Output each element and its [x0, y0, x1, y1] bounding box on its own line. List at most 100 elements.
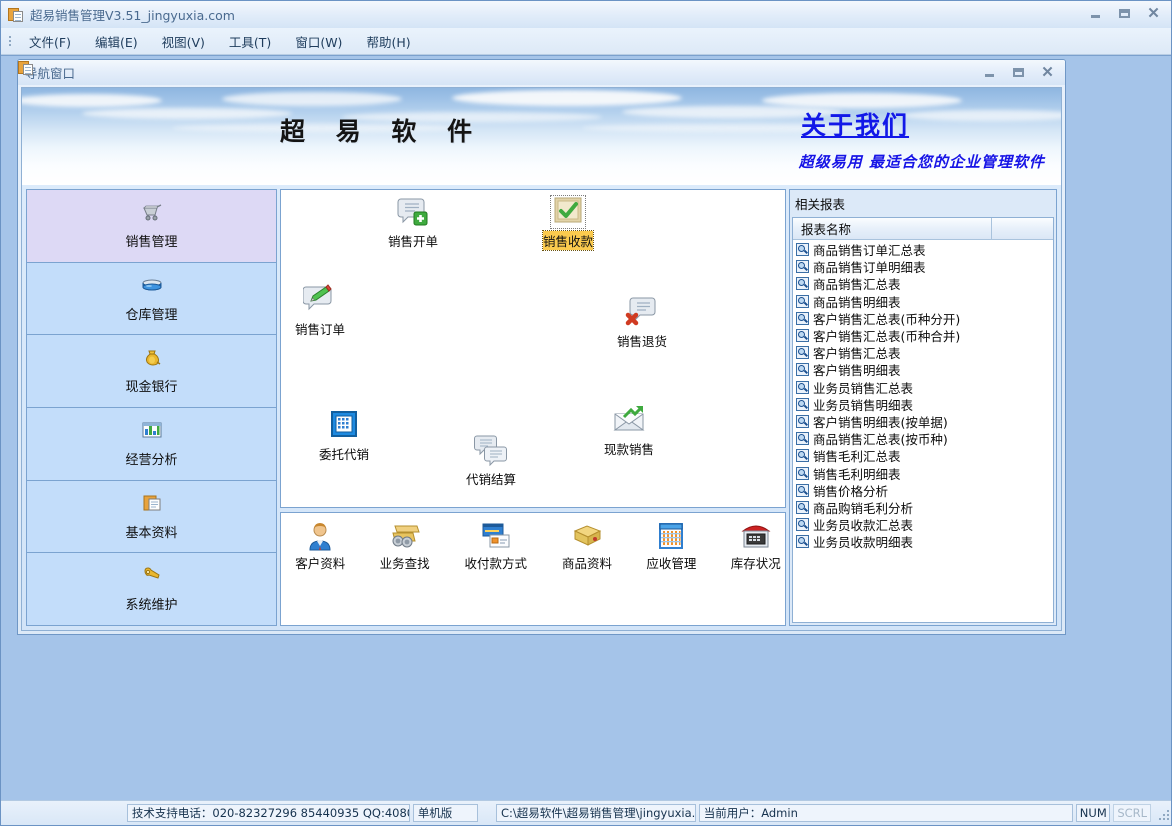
icon-consignment[interactable]: 委托代销 [300, 409, 388, 463]
sidebar-item-system[interactable]: 系统维护 [27, 553, 276, 625]
child-title-bar: 导航窗口 ✕ [18, 60, 1065, 85]
quick-link-customer[interactable]: 客户资料 [291, 521, 349, 572]
quick-link-receivable[interactable]: 应收管理 [642, 521, 700, 572]
minimize-button[interactable] [1082, 3, 1109, 23]
icon-sales-order[interactable]: 销售订单 [280, 284, 364, 338]
child-window-body: 超 易 软 件 关于我们 超级易用 最适合您的企业管理软件 [21, 87, 1062, 631]
sidebar-item-cash[interactable]: 现金银行 [27, 335, 276, 408]
report-list-item[interactable]: 商品销售汇总表(按币种) [793, 430, 1053, 447]
report-list-item[interactable]: 商品购销毛利分析 [793, 499, 1053, 516]
sidebar-item-warehouse[interactable]: 仓库管理 [27, 263, 276, 336]
report-preview-icon [796, 277, 809, 290]
report-list-item[interactable]: 业务员销售汇总表 [793, 379, 1053, 396]
icon-sales-invoice[interactable]: 销售开单 [369, 196, 457, 250]
report-list-item[interactable]: 客户销售汇总表(币种分开) [793, 310, 1053, 327]
title-bar: 超易销售管理V3.51_jingyuxia.com ✕ [1, 1, 1171, 28]
report-name: 商品销售汇总表 [813, 274, 901, 293]
report-list-item[interactable]: 客户销售明细表(按单据) [793, 413, 1053, 430]
report-preview-icon [796, 501, 809, 514]
report-list-item[interactable]: 销售价格分析 [793, 482, 1053, 499]
application-window: 超易销售管理V3.51_jingyuxia.com ✕ 文件(F) 编辑(E) … [0, 0, 1172, 826]
cash-envelope-icon [612, 404, 646, 436]
banner-slogan: 超级易用 最适合您的企业管理软件 [799, 151, 1045, 172]
menu-file[interactable]: 文件(F) [17, 30, 83, 53]
quick-link-goods[interactable]: 商品资料 [558, 521, 616, 572]
status-scrl-indicator: SCRL [1113, 804, 1151, 822]
report-list-item[interactable]: 客户销售汇总表(币种合并) [793, 327, 1053, 344]
menu-window[interactable]: 窗口(W) [283, 30, 354, 53]
report-name: 客户销售汇总表(币种合并) [813, 326, 960, 345]
menu-edit[interactable]: 编辑(E) [83, 30, 150, 53]
report-list-item[interactable]: 商品销售明细表 [793, 293, 1053, 310]
mdi-client-area: 导航窗口 ✕ [1, 55, 1171, 800]
sidebar-item-label: 仓库管理 [125, 304, 177, 323]
payment-method-icon [480, 521, 512, 551]
child-close-button[interactable]: ✕ [1034, 62, 1061, 82]
report-list-item[interactable]: 客户销售汇总表 [793, 344, 1053, 361]
reports-panel: 相关报表 报表名称 商品销售订单汇总表商品销售订单明细表商品销售汇总表商品销售明… [789, 189, 1057, 626]
receipt-check-icon [551, 196, 585, 228]
quick-link-label: 业务查找 [380, 553, 430, 572]
menu-help[interactable]: 帮助(H) [354, 30, 422, 53]
report-name: 业务员收款汇总表 [813, 515, 913, 534]
report-preview-icon [796, 535, 809, 548]
child-maximize-button[interactable] [1005, 62, 1032, 82]
menu-tools[interactable]: 工具(T) [217, 30, 283, 53]
sidebar-item-label: 系统维护 [125, 594, 177, 613]
report-preview-icon [796, 260, 809, 273]
child-minimize-button[interactable] [976, 62, 1003, 82]
reports-list-header: 报表名称 [793, 218, 1053, 240]
reports-column-name[interactable]: 报表名称 [793, 218, 992, 239]
report-preview-icon [796, 449, 809, 462]
report-list-item[interactable]: 业务员收款明细表 [793, 533, 1053, 550]
status-support: 技术支持电话：020-82327296 85440935 QQ:40808875… [127, 804, 410, 822]
menu-view[interactable]: 视图(V) [150, 30, 217, 53]
report-name: 销售毛利明细表 [813, 464, 901, 483]
report-list-item[interactable]: 业务员销售明细表 [793, 396, 1053, 413]
quick-link-search[interactable]: 业务查找 [375, 521, 433, 572]
icon-sales-return[interactable]: 销售退货 [598, 296, 686, 350]
folder-doc-icon [141, 493, 163, 513]
report-name: 商品销售订单汇总表 [813, 240, 926, 259]
quick-link-payment-method[interactable]: 收付款方式 [460, 521, 532, 572]
report-name: 商品销售订单明细表 [813, 257, 926, 276]
goods-icon [571, 521, 603, 551]
icon-consign-settlement[interactable]: 代销结算 [447, 434, 535, 488]
report-name: 销售毛利汇总表 [813, 446, 901, 465]
sidebar-item-sales[interactable]: 销售管理 [27, 190, 276, 263]
quick-link-inventory[interactable]: 库存状况 [727, 521, 785, 572]
icon-label: 销售订单 [295, 319, 345, 338]
status-user: 当前用户：Admin [699, 804, 1074, 822]
menu-bar: 文件(F) 编辑(E) 视图(V) 工具(T) 窗口(W) 帮助(H) [1, 28, 1171, 55]
settle-docs-icon [474, 434, 508, 466]
resize-grip[interactable] [1156, 806, 1169, 820]
report-list-item[interactable]: 客户销售明细表 [793, 361, 1053, 378]
icon-label: 委托代销 [319, 444, 369, 463]
icon-cash-sale[interactable]: 现款销售 [585, 404, 673, 458]
sidebar-item-label: 现金银行 [125, 376, 177, 395]
content-area: 销售管理 仓库管理 [22, 185, 1061, 630]
sidebar-item-basic-data[interactable]: 基本资料 [27, 481, 276, 554]
report-list-item[interactable]: 业务员收款汇总表 [793, 516, 1053, 533]
close-button[interactable]: ✕ [1140, 3, 1167, 23]
quick-link-label: 收付款方式 [465, 553, 528, 572]
icon-label: 销售收款 [543, 231, 593, 250]
report-list-item[interactable]: 销售毛利汇总表 [793, 447, 1053, 464]
sidebar-item-label: 基本资料 [125, 522, 177, 541]
icon-label: 销售退货 [617, 331, 667, 350]
reports-list[interactable]: 报表名称 商品销售订单汇总表商品销售订单明细表商品销售汇总表商品销售明细表客户销… [792, 217, 1054, 623]
search-binocular-icon [389, 521, 421, 551]
reports-rows: 商品销售订单汇总表商品销售订单明细表商品销售汇总表商品销售明细表客户销售汇总表(… [793, 240, 1053, 622]
about-us-link[interactable]: 关于我们 [801, 106, 909, 142]
report-list-item[interactable]: 商品销售汇总表 [793, 275, 1053, 292]
icon-sales-receipt[interactable]: 销售收款 [524, 196, 612, 250]
status-path: C:\超易软件\超易销售管理\jingyuxia.com.sys [496, 804, 696, 822]
report-preview-icon [796, 467, 809, 480]
sidebar-item-analysis[interactable]: 经营分析 [27, 408, 276, 481]
report-list-item[interactable]: 商品销售订单汇总表 [793, 241, 1053, 258]
report-list-item[interactable]: 商品销售订单明细表 [793, 258, 1053, 275]
report-list-item[interactable]: 销售毛利明细表 [793, 464, 1053, 481]
status-gap [481, 804, 493, 822]
menu-grip-icon [5, 34, 15, 48]
maximize-button[interactable] [1111, 3, 1138, 23]
